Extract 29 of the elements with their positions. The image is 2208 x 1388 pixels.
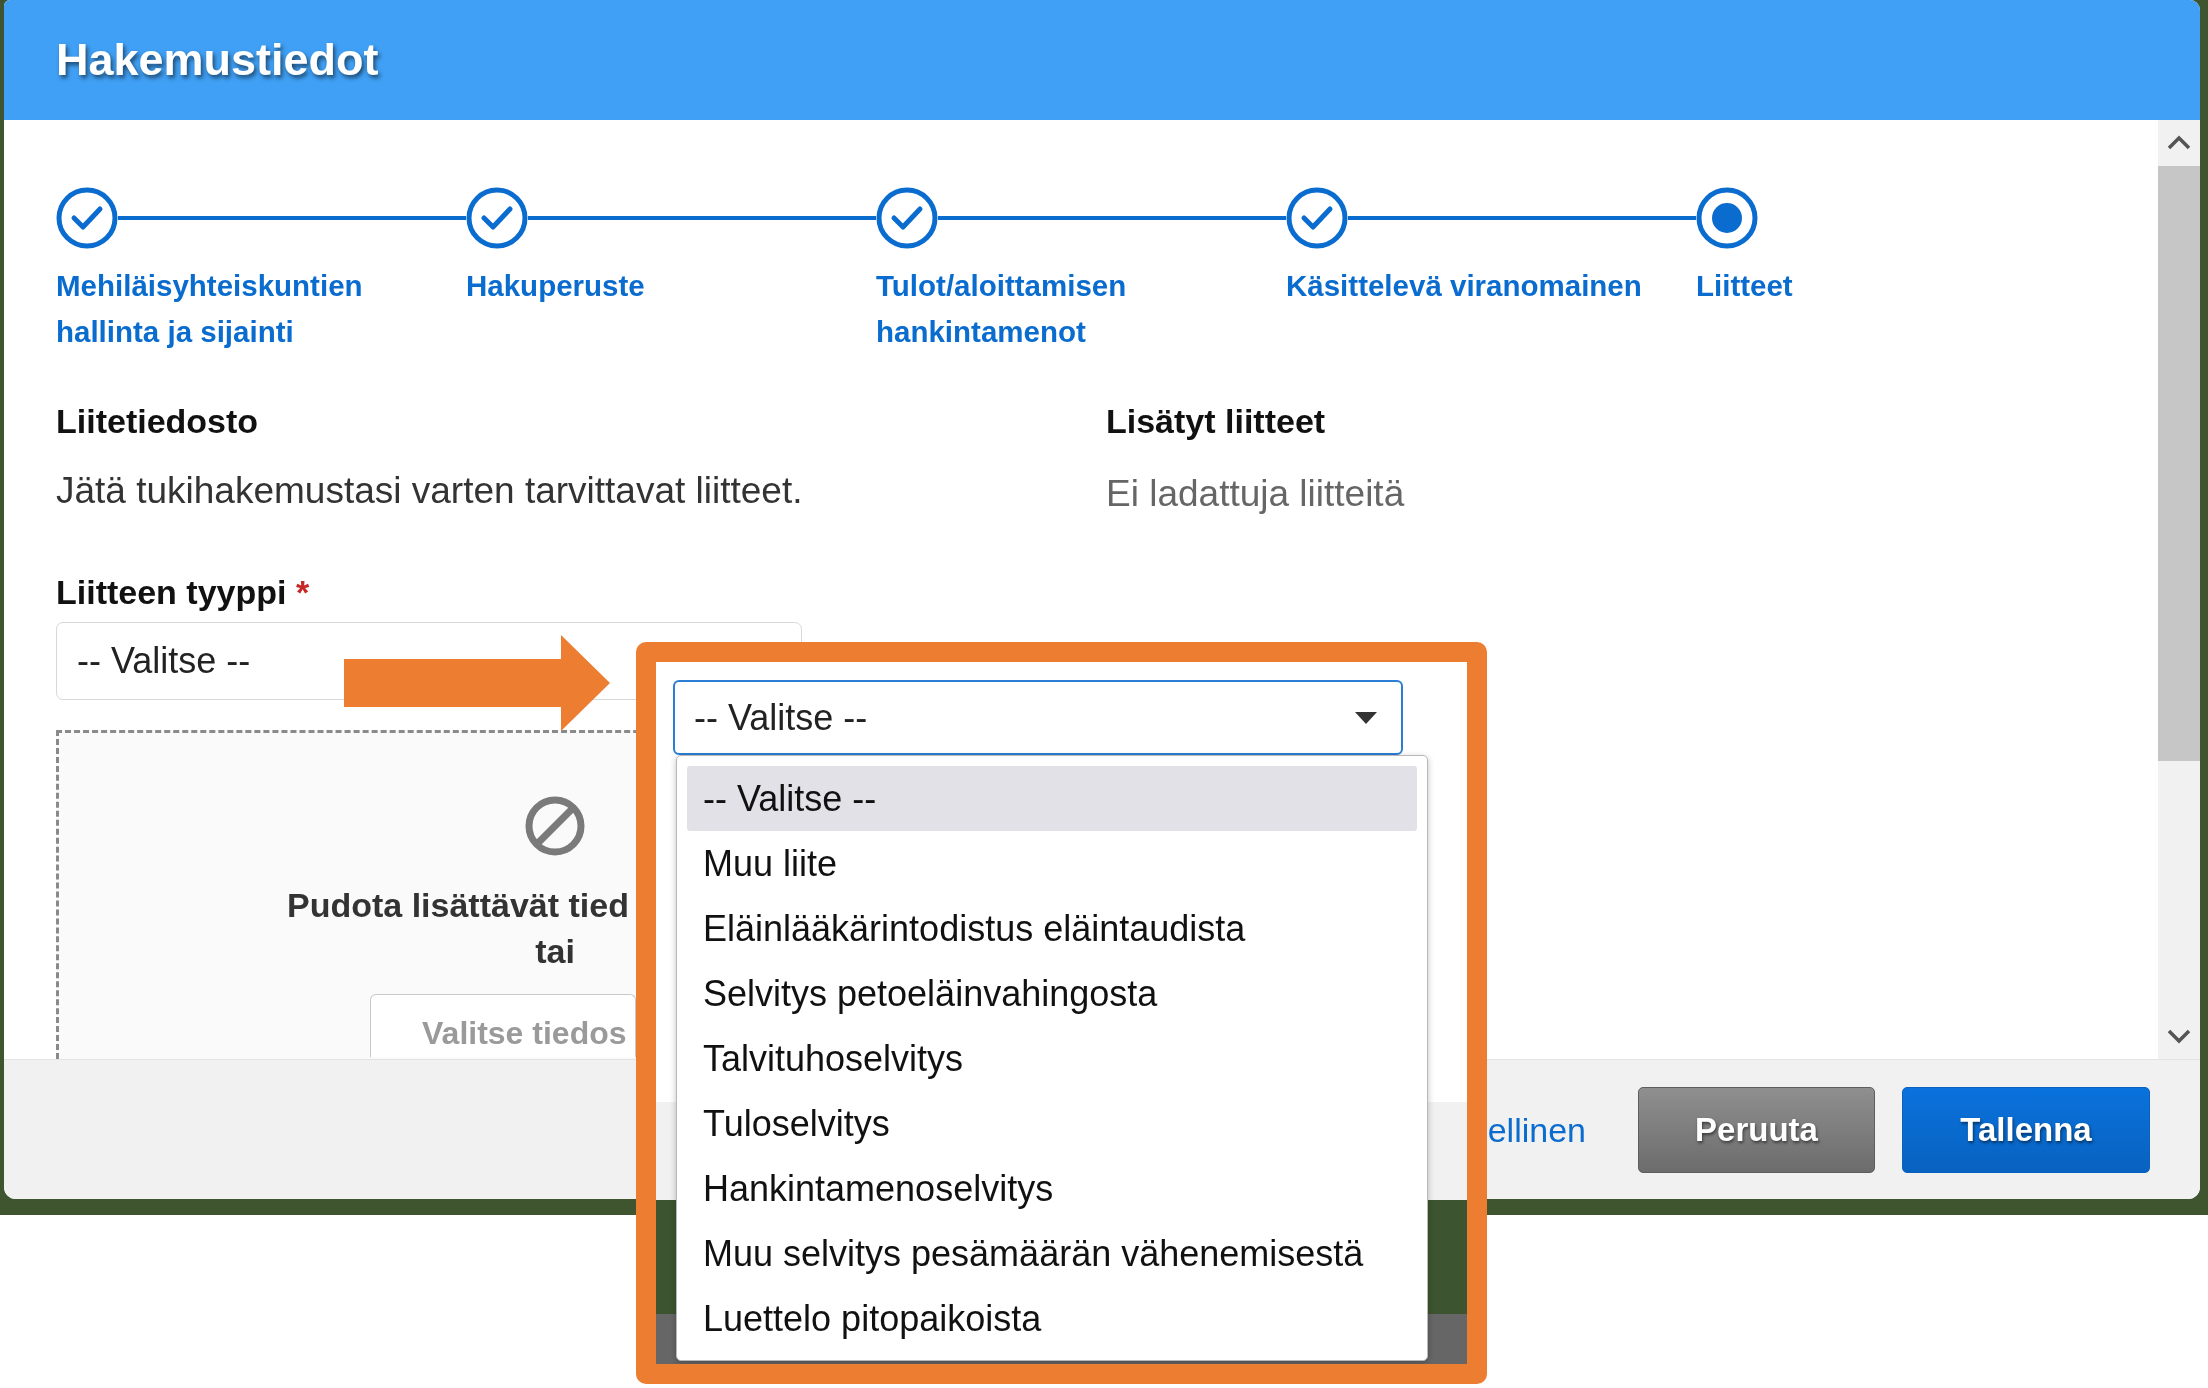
scrollbar[interactable] [2158,120,2200,1059]
pointer-arrow-icon [344,635,610,731]
chevron-down-icon[interactable] [2166,1028,2192,1044]
dropdown-option[interactable]: Luettelo pitopaikoista [687,1286,1417,1351]
cancel-button[interactable]: Peruuta [1638,1086,1875,1173]
caret-icon [1355,711,1377,724]
drop-zone-text: tai [535,931,575,972]
dialog-title: Hakemustiedot [56,33,379,87]
empty-state-text: Ei ladattuja liitteitä [1106,474,1405,514]
chevron-up-icon[interactable] [2166,135,2192,151]
step-label[interactable]: Hakuperuste [466,263,846,309]
step-label[interactable]: Mehiläisyhteiskuntien hallinta ja sijainti [56,263,436,355]
prohibition-icon [524,795,586,857]
section-description: Jätä tukihakemustasi varten tarvittavat liitteet. [56,471,803,511]
drop-zone-text: Pudota lisättävät tied [287,885,629,926]
select-field[interactable]: -- Valitse -- [673,680,1403,755]
step-label[interactable]: Käsittelevä viranomainen [1286,263,1666,309]
save-button[interactable]: Tallenna [1902,1086,2150,1173]
scrollbar-thumb[interactable] [2158,166,2200,761]
dropdown-option[interactable]: -- Valitse -- [687,766,1417,831]
section-heading: Lisätyt liitteet [1106,401,1326,441]
section-heading: Liitetiedosto [56,401,259,441]
field-label: Liitteen tyyppi * [56,572,310,612]
step-label[interactable]: Liitteet [1696,263,2076,309]
footer-link[interactable]: ellinen [1487,1107,1586,1152]
dropdown-option[interactable]: Muu selvitys pesämäärän vähenemisestä [687,1221,1417,1286]
dropdown-option[interactable]: Tuloselvitys [687,1091,1417,1156]
step-label[interactable]: Tulot/aloittamisen hankintamenot [876,263,1256,355]
dropdown-option[interactable]: Hankintamenoselvitys [687,1156,1417,1221]
